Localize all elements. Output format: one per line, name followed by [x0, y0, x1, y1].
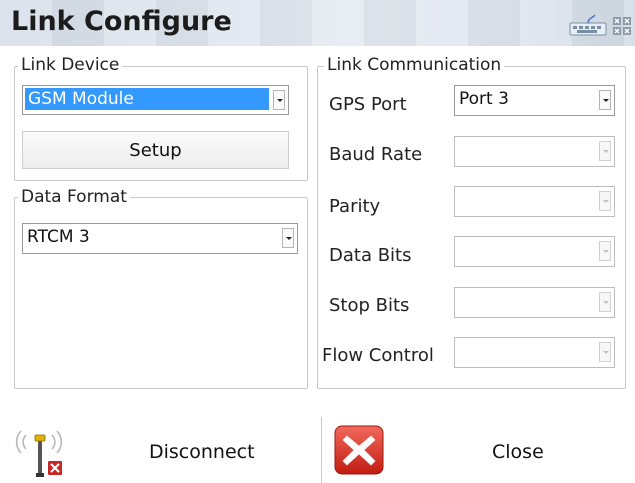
disconnect-label: Disconnect — [149, 441, 255, 463]
chevron-down-icon[interactable] — [599, 292, 611, 312]
link-device-value: GSM Module — [25, 88, 269, 110]
parity-select[interactable] — [454, 186, 615, 217]
chevron-down-icon[interactable] — [273, 90, 285, 110]
chevron-down-icon[interactable] — [282, 228, 294, 248]
stop-bits-label: Stop Bits — [329, 295, 410, 316]
chevron-down-icon[interactable] — [599, 342, 611, 362]
title-bar: Link Configure — [0, 0, 635, 46]
link-communication-legend: Link Communication — [324, 55, 505, 75]
data-format-select[interactable]: RTCM 3 — [22, 223, 298, 254]
data-format-value: RTCM 3 — [27, 227, 90, 247]
setup-button[interactable]: Setup — [22, 131, 289, 169]
link-device-select[interactable]: GSM Module — [22, 85, 289, 115]
close-icon[interactable] — [612, 14, 632, 36]
flow-control-select[interactable] — [454, 337, 615, 368]
baud-rate-select[interactable] — [454, 136, 615, 167]
parity-label: Parity — [329, 196, 381, 217]
chevron-down-icon[interactable] — [599, 191, 611, 211]
disconnect-button[interactable]: Disconnect — [0, 417, 321, 483]
keyboard-icon[interactable] — [569, 14, 609, 36]
stop-bits-select[interactable] — [454, 287, 615, 318]
window-title: Link Configure — [11, 6, 232, 37]
chevron-down-icon[interactable] — [599, 141, 611, 161]
baud-rate-label: Baud Rate — [329, 144, 423, 165]
gps-port-select[interactable]: Port 3 — [454, 85, 615, 116]
gps-port-label: GPS Port — [329, 94, 407, 115]
gps-port-value: Port 3 — [459, 89, 509, 109]
flow-control-label: Flow Control — [322, 345, 434, 366]
red-x-close-icon — [334, 425, 384, 475]
chevron-down-icon[interactable] — [599, 90, 611, 110]
link-device-legend: Link Device — [18, 55, 123, 75]
data-bits-label: Data Bits — [329, 245, 412, 266]
close-label: Close — [492, 441, 544, 463]
data-bits-select[interactable] — [454, 236, 615, 267]
data-format-legend: Data Format — [18, 187, 130, 207]
antenna-disconnect-icon — [15, 430, 63, 477]
close-button[interactable]: Close — [322, 417, 635, 483]
chevron-down-icon[interactable] — [599, 241, 611, 261]
